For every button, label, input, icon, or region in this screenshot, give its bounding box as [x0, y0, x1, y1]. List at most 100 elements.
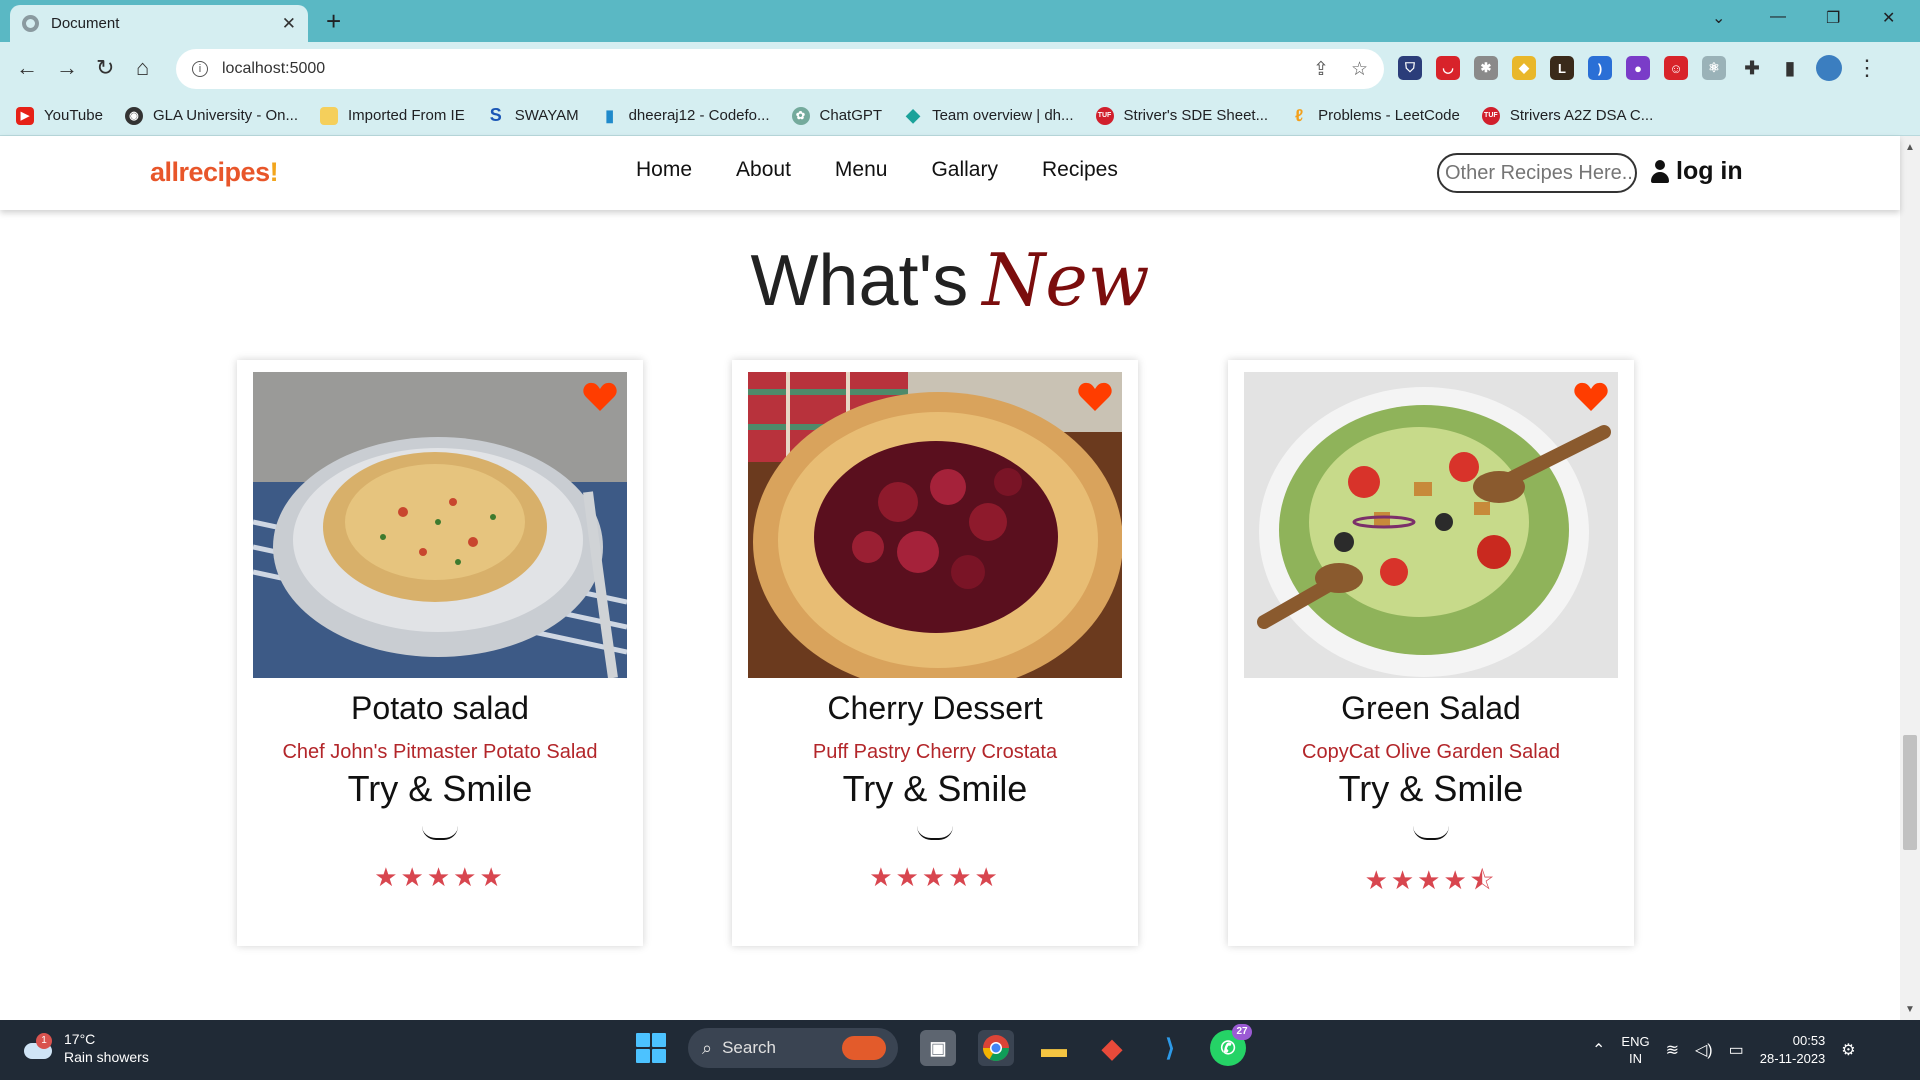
page-scrollbar[interactable] [1900, 136, 1920, 1020]
bookmark-youtube[interactable]: ▶ YouTube [16, 106, 103, 125]
bookmark-leetcode[interactable]: ℓ Problems - LeetCode [1290, 106, 1460, 125]
language-indicator[interactable]: ENG IN [1621, 1033, 1649, 1067]
bookmark-strivers-a2z[interactable]: TUF Strivers A2Z DSA C... [1481, 106, 1654, 125]
recipe-subtitle[interactable]: Puff Pastry Cherry Crostata [732, 741, 1138, 764]
close-window-icon[interactable]: ✕ [1882, 8, 1895, 28]
section-heading: What's New [0, 238, 1900, 322]
favorite-heart-icon[interactable] [1078, 382, 1112, 412]
restore-window-icon[interactable]: ❐ [1826, 8, 1840, 28]
bookmark-chatgpt[interactable]: ✿ ChatGPT [791, 106, 882, 125]
volume-icon[interactable]: ◁) [1695, 1040, 1713, 1060]
side-panel-icon[interactable]: ▮ [1778, 56, 1802, 80]
smile-icon [1413, 826, 1449, 840]
login-link[interactable]: log in [1650, 157, 1743, 186]
bookmark-team-overview[interactable]: ◆ Team overview | dh... [904, 105, 1074, 125]
menu-menu[interactable]: Menu [835, 158, 888, 182]
windows-start-icon[interactable] [636, 1033, 666, 1063]
minimize-window-icon[interactable]: — [1770, 8, 1786, 26]
address-bar[interactable]: i localhost:5000 ⇪ ☆ [176, 49, 1384, 89]
scrollbar-thumb[interactable] [1903, 735, 1917, 850]
bookmark-label: Team overview | dh... [932, 107, 1074, 124]
clock-date: 28-11-2023 [1759, 1051, 1826, 1066]
home-icon[interactable]: ⌂ [136, 55, 149, 81]
extensions-area: ⛉ ◡ ✱ ◆ L ) ● ☺ ⚛ ✚ ▮ ⋮ [1398, 55, 1878, 81]
menu-gallary[interactable]: Gallary [931, 158, 998, 182]
browser-menu-icon[interactable]: ⋮ [1856, 55, 1878, 81]
react-extension-icon[interactable]: ⚛ [1702, 56, 1726, 80]
favorite-heart-icon[interactable] [583, 382, 617, 412]
chrome-icon[interactable] [978, 1030, 1014, 1066]
back-arrow-icon[interactable]: ← [16, 55, 38, 81]
bookmark-imported-from-ie[interactable]: Imported From IE [320, 106, 465, 125]
bookmark-gla-university[interactable]: ◉ GLA University - On... [124, 106, 298, 125]
taskbar-apps: ⌕ Search ▣ ▬ ◆ ⟩ ✆ 27 [636, 1024, 1252, 1068]
potato-salad-image[interactable] [253, 372, 627, 678]
bookmark-label: Strivers A2Z DSA C... [1509, 107, 1654, 124]
recipe-card[interactable]: Green Salad CopyCat Olive Garden Salad T… [1228, 360, 1634, 946]
bug-extension-icon[interactable]: ✱ [1474, 56, 1498, 80]
robot-extension-icon[interactable]: ☺ [1664, 56, 1688, 80]
recipe-search-input[interactable] [1437, 153, 1637, 193]
search-icon: ⌕ [702, 1037, 713, 1058]
extensions-puzzle-icon[interactable]: ✚ [1740, 56, 1764, 80]
reload-icon[interactable]: ↻ [96, 55, 114, 81]
shield-extension-icon[interactable]: ⛉ [1398, 56, 1422, 80]
battery-icon[interactable]: ▭ [1729, 1040, 1744, 1060]
git-diamond-icon[interactable]: ◆ [1094, 1030, 1130, 1066]
menu-home[interactable]: Home [636, 158, 692, 182]
diamond-extension-icon[interactable]: ◆ [1512, 56, 1536, 80]
globe-icon: ◉ [124, 106, 143, 125]
bookmark-swayam[interactable]: S SWAYAM [487, 105, 579, 125]
menu-about[interactable]: About [736, 158, 791, 182]
bookmark-star-icon[interactable]: ☆ [1351, 58, 1368, 81]
recipe-card[interactable]: Potato salad Chef John's Pitmaster Potat… [237, 360, 643, 946]
recipe-subtitle[interactable]: CopyCat Olive Garden Salad [1228, 741, 1634, 764]
recipe-name: Cherry Dessert [827, 690, 1043, 726]
browser-tab[interactable]: Document ✕ [10, 5, 308, 42]
site-info-icon[interactable]: i [192, 61, 208, 77]
recipe-subtitle[interactable]: Chef John's Pitmaster Potato Salad [237, 741, 643, 764]
tab-title: Document [51, 15, 120, 32]
cherry-dessert-image[interactable] [748, 372, 1122, 678]
address-url[interactable]: localhost:5000 [222, 60, 1291, 78]
clock[interactable]: 00:53 28-11-2023 [1760, 1032, 1826, 1068]
logo-text: allrecipes [150, 157, 270, 187]
forward-arrow-icon[interactable]: → [56, 55, 78, 81]
whatsapp-icon[interactable]: ✆ 27 [1210, 1024, 1252, 1066]
notification-icon[interactable]: ⚙ [1841, 1040, 1855, 1060]
bookmark-codeforces[interactable]: ▮ dheeraj12 - Codefo... [601, 107, 769, 125]
profile-avatar[interactable] [1816, 55, 1842, 81]
new-tab-button[interactable]: + [326, 6, 341, 37]
wifi-icon[interactable]: ≋ [1666, 1040, 1679, 1060]
green-salad-image[interactable] [1244, 372, 1618, 678]
bookmark-label: YouTube [44, 107, 103, 124]
vscode-icon[interactable]: ⟩ [1152, 1030, 1188, 1066]
page-favicon-icon [22, 15, 39, 32]
pocket-extension-icon[interactable]: ◡ [1436, 56, 1460, 80]
youtube-icon: ▶ [16, 106, 34, 125]
recipe-card[interactable]: Cherry Dessert Puff Pastry Cherry Crosta… [732, 360, 1138, 946]
star-rating: ★★★★★ [869, 862, 1001, 892]
weather-widget[interactable]: 1 17°C Rain showers [22, 1030, 149, 1066]
lt-extension-icon[interactable]: L [1550, 56, 1574, 80]
recipe-name: Potato salad [351, 690, 529, 726]
site-logo[interactable]: allrecipes! [150, 157, 279, 188]
tuf-icon: TUF [1481, 106, 1500, 125]
bookmark-label: Imported From IE [348, 107, 465, 124]
favorite-heart-icon[interactable] [1574, 382, 1608, 412]
scroll-up-icon[interactable]: ▲ [1905, 142, 1915, 153]
taskbar-search[interactable]: ⌕ Search [688, 1028, 898, 1068]
menu-recipes[interactable]: Recipes [1042, 158, 1118, 182]
recipe-tagline: Try & Smile [842, 768, 1028, 809]
audio-extension-icon[interactable]: ) [1588, 56, 1612, 80]
bookmark-label: SWAYAM [514, 107, 579, 124]
close-tab-icon[interactable]: ✕ [282, 14, 296, 34]
color-extension-icon[interactable]: ● [1626, 56, 1650, 80]
file-explorer-icon[interactable]: ▬ [1036, 1030, 1072, 1066]
tab-search-chevron-icon[interactable]: ⌄ [1712, 8, 1725, 28]
tray-chevron-up-icon[interactable]: ⌃ [1592, 1040, 1605, 1060]
bookmark-strivers-sde-sheet[interactable]: TUF Striver's SDE Sheet... [1095, 106, 1268, 125]
scroll-down-icon[interactable]: ▼ [1905, 1004, 1915, 1015]
share-icon[interactable]: ⇪ [1313, 58, 1329, 81]
task-view-icon[interactable]: ▣ [920, 1030, 956, 1066]
